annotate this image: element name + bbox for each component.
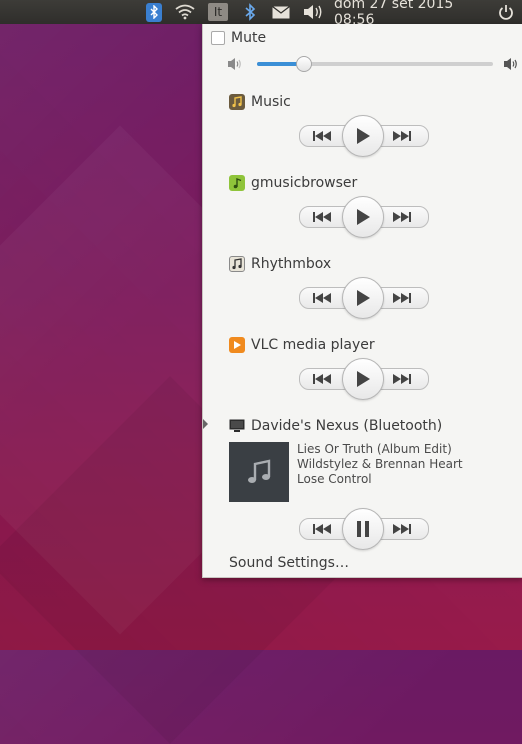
playback-controls <box>299 508 429 550</box>
sound-indicator[interactable] <box>302 0 324 24</box>
next-button[interactable] <box>392 126 412 146</box>
clock-indicator[interactable]: dom 27 set 2015 08:56 <box>334 0 484 28</box>
volume-low-icon <box>228 58 241 70</box>
mute-checkbox-row[interactable]: Mute <box>211 29 266 47</box>
gmusicbrowser-icon <box>229 175 245 191</box>
top-panel: It dom 27 set 2015 08:56 <box>0 0 522 28</box>
music-note-icon <box>248 459 271 483</box>
play-button[interactable] <box>342 277 384 319</box>
previous-icon <box>313 212 331 222</box>
play-icon <box>357 209 370 225</box>
next-button[interactable] <box>392 519 412 539</box>
next-icon <box>393 374 411 384</box>
play-button[interactable] <box>342 358 384 400</box>
player-header[interactable]: gmusicbrowser <box>229 174 357 192</box>
music-app-icon <box>229 94 245 110</box>
player-header[interactable]: Rhythmbox <box>229 255 331 273</box>
previous-button[interactable] <box>312 126 332 146</box>
playback-controls <box>299 277 429 319</box>
player-header[interactable]: VLC media player <box>229 336 375 354</box>
session-indicator[interactable] <box>496 0 516 24</box>
mute-checkbox[interactable] <box>211 31 225 45</box>
previous-icon <box>313 293 331 303</box>
next-button[interactable] <box>392 369 412 389</box>
next-icon <box>393 131 411 141</box>
player-name: VLC media player <box>251 337 375 353</box>
next-button[interactable] <box>392 207 412 227</box>
next-icon <box>393 293 411 303</box>
playback-controls <box>299 196 429 238</box>
playback-controls <box>299 358 429 400</box>
messaging-indicator[interactable] <box>270 0 292 24</box>
volume-high-icon <box>504 58 517 70</box>
previous-icon <box>313 524 331 534</box>
mail-icon <box>272 5 290 18</box>
previous-button[interactable] <box>312 519 332 539</box>
sound-menu: Mute Music gmusicbrowser Rhythmbox VLC m… <box>202 24 522 578</box>
keyboard-layout-label: It <box>208 3 228 21</box>
rhythmbox-icon <box>229 256 245 272</box>
keyboard-layout-indicator[interactable]: It <box>207 0 229 24</box>
previous-button[interactable] <box>312 207 332 227</box>
play-button[interactable] <box>342 196 384 238</box>
pause-icon <box>357 521 369 537</box>
volume-slider[interactable] <box>257 56 493 72</box>
player-name: Rhythmbox <box>251 256 332 272</box>
phone-device-icon <box>229 418 245 434</box>
track-title: Lies Or Truth (Album Edit) <box>297 442 452 456</box>
next-button[interactable] <box>392 288 412 308</box>
previous-button[interactable] <box>312 369 332 389</box>
album-art <box>229 442 289 502</box>
player-header[interactable]: Davide's Nexus (Bluetooth) <box>229 417 442 435</box>
bluetooth-indicator-2[interactable] <box>240 0 260 24</box>
mute-label: Mute <box>231 30 267 46</box>
next-icon <box>393 212 411 222</box>
volume-row <box>227 56 519 72</box>
previous-icon <box>313 131 331 141</box>
next-icon <box>393 524 411 534</box>
play-button[interactable] <box>342 115 384 157</box>
play-icon <box>357 128 370 144</box>
player-name: gmusicbrowser <box>251 175 358 191</box>
track-artist: Wildstylez & Brennan Heart <box>297 457 463 471</box>
sound-settings-item[interactable]: Sound Settings… <box>229 555 349 571</box>
track-album: Lose Control <box>297 472 372 486</box>
power-icon <box>499 5 513 20</box>
player-name: Music <box>251 94 291 110</box>
active-player-arrow-icon <box>203 419 208 429</box>
pause-button[interactable] <box>342 508 384 550</box>
volume-slider-handle[interactable] <box>296 56 313 72</box>
bluetooth-icon <box>245 3 256 21</box>
player-name: Davide's Nexus (Bluetooth) <box>251 418 443 434</box>
playback-controls <box>299 115 429 157</box>
bluetooth-indicator[interactable] <box>144 0 164 24</box>
wifi-indicator[interactable] <box>174 0 196 24</box>
vlc-icon <box>229 337 245 353</box>
wifi-icon <box>175 4 195 20</box>
previous-button[interactable] <box>312 288 332 308</box>
player-header[interactable]: Music <box>229 93 291 111</box>
play-icon <box>357 371 370 387</box>
volume-icon <box>304 5 322 19</box>
bluetooth-icon <box>146 2 162 22</box>
previous-icon <box>313 374 331 384</box>
play-icon <box>357 290 370 306</box>
